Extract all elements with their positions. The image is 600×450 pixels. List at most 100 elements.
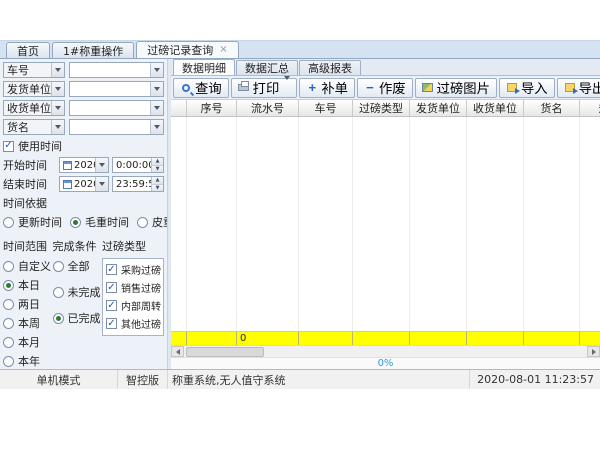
- weigh-type-option[interactable]: ✓ 采购过磅: [106, 262, 161, 277]
- radio-icon[interactable]: [3, 318, 14, 329]
- toolbar-button-label: 打印: [253, 78, 280, 97]
- dropdown-arrow-icon[interactable]: [150, 82, 163, 96]
- void-button[interactable]: −作废: [357, 78, 413, 98]
- weigh-type-option[interactable]: ✓其他过磅: [106, 316, 161, 331]
- time-basis-option[interactable]: 更新时间: [3, 214, 62, 230]
- scrollbar-thumb[interactable]: [186, 347, 264, 357]
- scroll-right-icon[interactable]: [587, 346, 600, 357]
- tab-advanced-report[interactable]: 高级报表: [299, 60, 361, 75]
- dropdown-arrow-icon[interactable]: [51, 82, 64, 96]
- grid-column-line: [579, 117, 580, 331]
- time-range-option[interactable]: 本周: [3, 315, 53, 331]
- spinner-arrows-icon[interactable]: ▲▼: [151, 158, 163, 172]
- column-header[interactable]: 过磅类型: [353, 100, 410, 116]
- time-basis-option[interactable]: 毛重时间: [70, 214, 129, 230]
- start-date-picker[interactable]: 2020-08-01: [59, 157, 109, 173]
- tab-weighing-operation[interactable]: 1#称重操作: [52, 42, 134, 58]
- finish-state-option[interactable]: 全部: [53, 258, 103, 274]
- dropdown-arrow-icon[interactable]: [51, 63, 64, 77]
- weigh-type-option[interactable]: ✓销售过磅: [106, 280, 161, 295]
- column-header[interactable]: 车号: [299, 100, 353, 116]
- toolbar-button-label: 导入: [521, 78, 548, 97]
- weigh-type-option[interactable]: ✓内部周转: [106, 298, 161, 313]
- dropdown-arrow-icon[interactable]: [51, 120, 64, 134]
- scroll-left-icon[interactable]: [171, 346, 184, 357]
- dropdown-arrow-icon[interactable]: [284, 80, 290, 95]
- finish-state-option[interactable]: 已完成: [53, 310, 103, 326]
- dropdown-arrow-icon[interactable]: [51, 101, 64, 115]
- filter-field-combo[interactable]: 收货单位: [3, 100, 65, 116]
- time-range-option[interactable]: 本日: [3, 277, 53, 293]
- checkbox-icon[interactable]: ✓: [106, 300, 117, 311]
- end-date-picker[interactable]: 2020-08-01: [59, 176, 109, 192]
- checkbox-icon[interactable]: ✓: [106, 318, 117, 329]
- print-button[interactable]: 打印: [231, 78, 298, 98]
- filter-value-combo[interactable]: [69, 100, 164, 116]
- close-icon[interactable]: ×: [219, 45, 227, 55]
- filter-field-combo[interactable]: 车号: [3, 62, 65, 78]
- horizontal-scrollbar[interactable]: [171, 345, 600, 357]
- dropdown-arrow-icon[interactable]: [95, 158, 108, 172]
- grid-body[interactable]: [171, 117, 600, 331]
- tab-data-summary[interactable]: 数据汇总: [236, 60, 298, 75]
- weigh-type-option-label: 采购过磅: [121, 262, 161, 277]
- filter-value-combo[interactable]: [69, 62, 164, 78]
- status-edition: 智控版: [118, 370, 168, 389]
- tab-data-detail[interactable]: 数据明细: [173, 59, 235, 75]
- radio-icon[interactable]: [53, 287, 64, 298]
- spinner-arrows-icon[interactable]: ▲▼: [151, 177, 163, 191]
- column-header[interactable]: 收货单位: [467, 100, 524, 116]
- radio-icon[interactable]: [53, 313, 64, 324]
- query-button[interactable]: 查询: [173, 78, 229, 98]
- weigh-type-groupbox: ✓ 采购过磅 ✓销售过磅 ✓内部周转 ✓其他过磅: [102, 258, 164, 336]
- radio-icon[interactable]: [3, 217, 14, 228]
- filter-field-combo[interactable]: 货名: [3, 119, 65, 135]
- radio-icon[interactable]: [70, 217, 81, 228]
- radio-icon[interactable]: [3, 337, 14, 348]
- dropdown-arrow-icon[interactable]: [95, 177, 108, 191]
- radio-icon[interactable]: [3, 261, 14, 272]
- time-range-option[interactable]: 本年: [3, 353, 53, 369]
- column-header[interactable]: 序号: [187, 100, 237, 116]
- dropdown-arrow-icon[interactable]: [150, 101, 163, 115]
- grid-column-line: [236, 117, 237, 331]
- filter-row: 货名: [3, 119, 164, 135]
- column-header[interactable]: 流水号: [237, 100, 299, 116]
- start-time-spinner[interactable]: 0:00:00 ▲▼: [112, 157, 164, 173]
- radio-icon[interactable]: [3, 299, 14, 310]
- query-filter-panel: 车号发货单位收货单位货名 ✓ 使用时间 开始时间 2020-08-01 0:00…: [0, 59, 167, 369]
- time-basis-option-label: 更新时间: [18, 214, 62, 230]
- use-time-checkbox[interactable]: ✓: [3, 141, 14, 152]
- checkbox-icon[interactable]: ✓: [106, 282, 117, 293]
- radio-icon[interactable]: [3, 356, 14, 367]
- dropdown-arrow-icon[interactable]: [150, 63, 163, 77]
- time-range-option[interactable]: 本月: [3, 334, 53, 350]
- column-header[interactable]: 规格: [580, 100, 600, 116]
- end-time-spinner[interactable]: 23:59:59 ▲▼: [112, 176, 164, 192]
- use-time-label: 使用时间: [18, 138, 62, 154]
- filter-value-combo[interactable]: [69, 81, 164, 97]
- time-range-option[interactable]: 自定义: [3, 258, 53, 274]
- export-button[interactable]: 导出: [557, 78, 600, 98]
- time-basis-option[interactable]: 皮重时间: [137, 214, 167, 230]
- tab-weigh-record-query[interactable]: 过磅记录查询 ×: [136, 41, 238, 58]
- column-header[interactable]: 货名: [524, 100, 580, 116]
- dropdown-arrow-icon[interactable]: [150, 120, 163, 134]
- picture-icon: [422, 82, 434, 94]
- time-range-option-label: 本年: [18, 353, 40, 369]
- column-header[interactable]: 发货单位: [410, 100, 467, 116]
- export-icon: [564, 82, 576, 94]
- radio-icon[interactable]: [53, 261, 64, 272]
- filter-field-combo[interactable]: 发货单位: [3, 81, 65, 97]
- radio-icon[interactable]: [137, 217, 148, 228]
- radio-icon[interactable]: [3, 280, 14, 291]
- weigh-photo-button[interactable]: 过磅图片: [415, 78, 497, 98]
- finish-state-option[interactable]: 未完成: [53, 284, 103, 300]
- tab-home[interactable]: 首页: [6, 42, 50, 58]
- checkbox-icon[interactable]: ✓: [106, 264, 117, 275]
- search-icon: [180, 82, 192, 94]
- supplement-button[interactable]: +补单: [299, 78, 355, 98]
- time-range-option[interactable]: 两日: [3, 296, 53, 312]
- filter-value-combo[interactable]: [69, 119, 164, 135]
- import-button[interactable]: 导入: [499, 78, 555, 98]
